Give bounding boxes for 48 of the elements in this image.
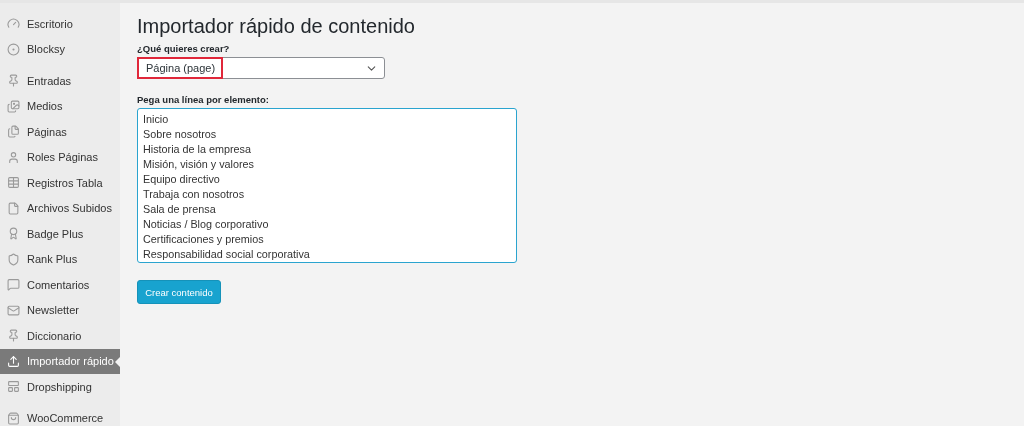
select-value: Página (page)	[146, 62, 216, 74]
sidebar-item[interactable]: Roles Páginas	[0, 144, 120, 170]
text-line: Noticias / Blog corporativo	[143, 217, 270, 232]
text-line: Misión, visión y valores	[143, 157, 255, 172]
sidebar-item[interactable]: Medios	[0, 93, 120, 119]
sidebar-item[interactable]: Badge Plus	[0, 221, 120, 247]
sidebar-item[interactable]: Registros Tabla	[0, 170, 120, 196]
sidebar-item[interactable]: Entradas	[0, 68, 120, 94]
lines-textarea[interactable]	[137, 108, 517, 263]
sidebar-item[interactable]: Comentarios	[0, 272, 120, 298]
menu-icon	[7, 99, 20, 113]
sidebar-item[interactable]: Blocksy	[0, 36, 120, 62]
type-select[interactable]: Página (page)	[137, 57, 385, 79]
sidebar-item[interactable]: Páginas	[0, 119, 120, 145]
menu-icon	[7, 354, 20, 368]
sidebar-item[interactable]: Rank Plus	[0, 246, 120, 272]
sidebar-item[interactable]: Escritorio	[0, 11, 120, 37]
menu-icon	[7, 278, 20, 292]
menu-icon	[7, 176, 20, 190]
menu-icon	[7, 329, 20, 343]
menu-icon	[7, 17, 20, 31]
menu-icon	[7, 42, 20, 56]
text-line: Inicio	[143, 112, 170, 127]
menu-icon	[7, 125, 20, 139]
sidebar-item[interactable]: Diccionario	[0, 323, 120, 349]
menu-icon	[7, 201, 20, 215]
menu-icon	[7, 380, 20, 394]
sidebar-item[interactable]: Importador rápido	[0, 348, 120, 374]
text-line: Sobre nosotros	[143, 127, 218, 142]
text-line: Responsabilidad social corporativa	[143, 247, 311, 262]
sidebar-item[interactable]: Archivos Subidos	[0, 195, 120, 221]
menu-icon	[7, 74, 20, 88]
sidebar-item[interactable]: Newsletter	[0, 297, 120, 323]
text-line: Equipo directivo	[143, 172, 221, 187]
text-line: Historia de la empresa	[143, 142, 253, 157]
menu-icon	[7, 252, 20, 266]
menu-icon	[7, 150, 20, 164]
field-label: ¿Qué quieres crear?	[137, 43, 231, 54]
text-line: Certificaciones y premios	[143, 232, 265, 247]
menu-icon	[7, 411, 20, 425]
text-line: Trabaja con nosotros	[143, 187, 246, 202]
sidebar-item[interactable]: WooCommerce	[0, 405, 120, 426]
sidebar-item[interactable]: Dropshipping	[0, 374, 120, 400]
menu-icon	[7, 303, 20, 317]
text-line: Sala de prensa	[143, 202, 217, 217]
field-label: Pega una línea por elemento:	[137, 94, 270, 105]
page-title: Importador rápido de contenido	[137, 15, 416, 38]
menu-icon	[7, 227, 20, 241]
